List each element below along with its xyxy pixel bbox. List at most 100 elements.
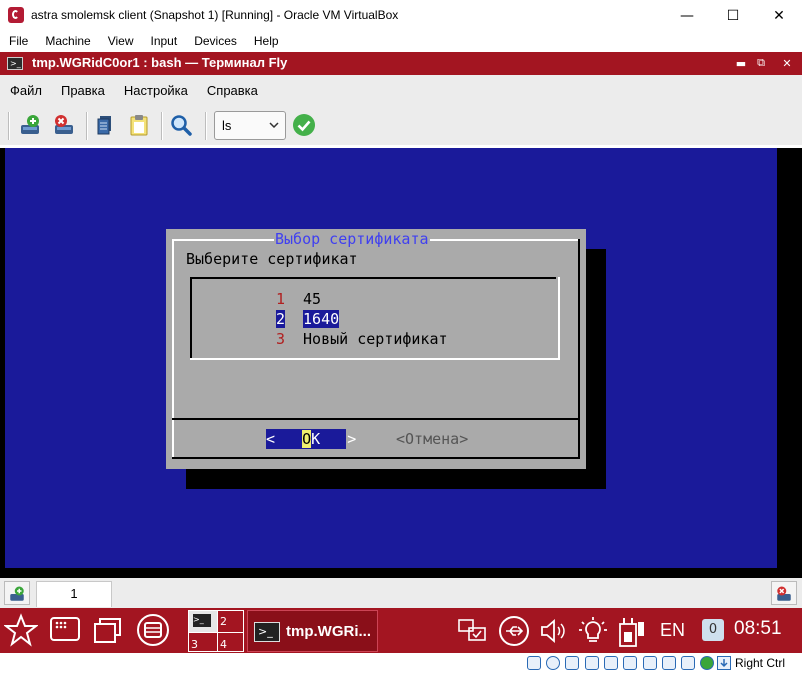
display-icon[interactable]: [643, 656, 657, 670]
close-tab-icon[interactable]: [52, 113, 76, 137]
item-hotkey: 3: [276, 330, 286, 348]
fly-minimize-button[interactable]: ▬: [732, 55, 750, 71]
optical-drive-icon[interactable]: [546, 656, 560, 670]
close-tab-icon: [777, 586, 791, 601]
fly-restore-button[interactable]: ⧉: [752, 55, 770, 71]
command-select-value: ls: [222, 118, 232, 133]
hard-disk-icon[interactable]: [527, 656, 541, 670]
close-tab-button[interactable]: [771, 581, 797, 605]
dialog-frame-bottom: [172, 457, 580, 459]
item-label: Новый сертификат: [303, 330, 448, 348]
item-label: 45: [303, 290, 322, 308]
menu-help[interactable]: Help: [245, 31, 287, 52]
keyboard-layout-indicator[interactable]: EN: [660, 620, 685, 641]
dialog-title: Выбор сертификата: [274, 229, 430, 249]
host-key-label: Right Ctrl: [735, 656, 786, 670]
dialog-prompt: Выберите сертификат: [186, 250, 358, 268]
menu-file-ru[interactable]: Файл: [0, 75, 51, 105]
desktop-2[interactable]: 2: [217, 611, 244, 632]
menu-edit-ru[interactable]: Правка: [51, 75, 114, 105]
dialog-frame-right-lower: [578, 420, 580, 458]
network-icon[interactable]: [585, 656, 599, 670]
copy-icon[interactable]: [93, 113, 117, 137]
virtualbox-app-icon: [8, 7, 24, 23]
audio-icon[interactable]: [565, 656, 579, 670]
fly-taskbar: >_ 2 3 4 >_ tmp.WGRi... EN 0 08:51: [0, 608, 802, 653]
video-capture-icon[interactable]: [662, 656, 676, 670]
power-plug-battery-icon[interactable]: [614, 612, 648, 650]
list-frame-right: [558, 277, 560, 360]
clock[interactable]: 08:51: [734, 618, 782, 640]
ok-bracket-right: >: [347, 430, 357, 448]
host-key-arrow-icon: [717, 656, 731, 670]
terminal-toolbar: [0, 105, 802, 145]
toolbar-separator: [161, 112, 163, 140]
app-launcher-icon[interactable]: [48, 613, 82, 647]
list-frame-top: [190, 277, 556, 279]
vbox-statusbar: Right Ctrl: [0, 653, 802, 674]
fly-close-button[interactable]: ✕: [778, 55, 796, 71]
cpu-icon[interactable]: [681, 656, 695, 670]
menu-devices[interactable]: Devices: [185, 31, 245, 52]
dialog-frame-left: [172, 239, 174, 419]
menu-settings-ru[interactable]: Настройка: [114, 75, 197, 105]
guest-additions-icon[interactable]: [700, 656, 714, 670]
usb-icon[interactable]: [498, 615, 530, 647]
new-tab-icon: [10, 586, 24, 601]
taskbar-window-button[interactable]: >_ tmp.WGRi...: [247, 610, 378, 652]
ok-hotkey: O: [302, 430, 312, 448]
vbox-menubar: File Machine View Input Devices Help: [0, 31, 802, 52]
paste-icon[interactable]: [127, 113, 151, 137]
cancel-button[interactable]: <Отмена>: [396, 429, 468, 449]
volume-icon[interactable]: [538, 616, 566, 646]
toolbar-grip: [8, 112, 10, 140]
execute-check-icon[interactable]: [292, 113, 316, 137]
item-hotkey: 2: [276, 310, 286, 328]
terminal-tabbar: 1: [0, 578, 802, 608]
search-icon[interactable]: [169, 113, 193, 137]
close-button[interactable]: ✕: [756, 0, 802, 31]
item-hotkey: 1: [276, 290, 286, 308]
menu-help-ru[interactable]: Справка: [197, 75, 267, 105]
terminal-menubar: Файл Правка Настройка Справка: [0, 75, 802, 105]
terminal-thumb-icon: >_: [193, 614, 211, 627]
vbox-window-title: astra smolemsk client (Snapshot 1) [Runn…: [31, 8, 399, 22]
vbox-titlebar: astra smolemsk client (Snapshot 1) [Runn…: [0, 0, 802, 31]
desktop-3[interactable]: 3: [189, 632, 217, 652]
menu-file[interactable]: File: [0, 31, 36, 52]
notification-count-badge[interactable]: 0: [702, 619, 724, 641]
brightness-icon[interactable]: [576, 614, 610, 648]
list-frame-left: [190, 277, 192, 359]
terminal-scrollbar[interactable]: [777, 148, 802, 578]
dialog-frame-right: [578, 239, 580, 419]
command-select[interactable]: ls: [214, 111, 286, 140]
list-item[interactable]: 1 45: [276, 289, 321, 309]
start-menu-star-icon[interactable]: [4, 613, 38, 647]
toolbar-separator: [86, 112, 88, 140]
menu-input[interactable]: Input: [142, 31, 186, 52]
tab-1[interactable]: 1: [36, 581, 112, 607]
new-tab-icon[interactable]: [18, 113, 42, 137]
list-item-selected[interactable]: 2 1640: [276, 309, 340, 329]
minimize-button[interactable]: —: [664, 0, 710, 31]
usb-device-icon[interactable]: [623, 656, 637, 670]
windows-overview-icon[interactable]: [92, 613, 126, 647]
list-item[interactable]: 3 Новый сертификат: [276, 329, 448, 349]
shared-folders-icon[interactable]: [604, 656, 618, 670]
file-manager-icon[interactable]: [136, 613, 170, 647]
desktop-1[interactable]: >_: [189, 611, 217, 632]
menu-view[interactable]: View: [99, 31, 142, 52]
network-display-icon[interactable]: [456, 616, 488, 646]
terminal-border: [0, 568, 802, 578]
ok-button[interactable]: < OK >: [266, 429, 356, 449]
taskbar-window-title: tmp.WGRi...: [286, 623, 371, 640]
maximize-button[interactable]: ☐: [710, 0, 756, 31]
toolbar-separator: [205, 112, 207, 140]
new-tab-button[interactable]: [4, 581, 30, 605]
ok-bracket-left: <: [266, 430, 276, 448]
desktop-pager[interactable]: >_ 2 3 4: [188, 610, 244, 652]
desktop-4[interactable]: 4: [217, 632, 244, 652]
menu-machine[interactable]: Machine: [36, 31, 98, 52]
terminal-icon: >_: [7, 57, 23, 70]
chevron-down-icon: [269, 122, 279, 129]
